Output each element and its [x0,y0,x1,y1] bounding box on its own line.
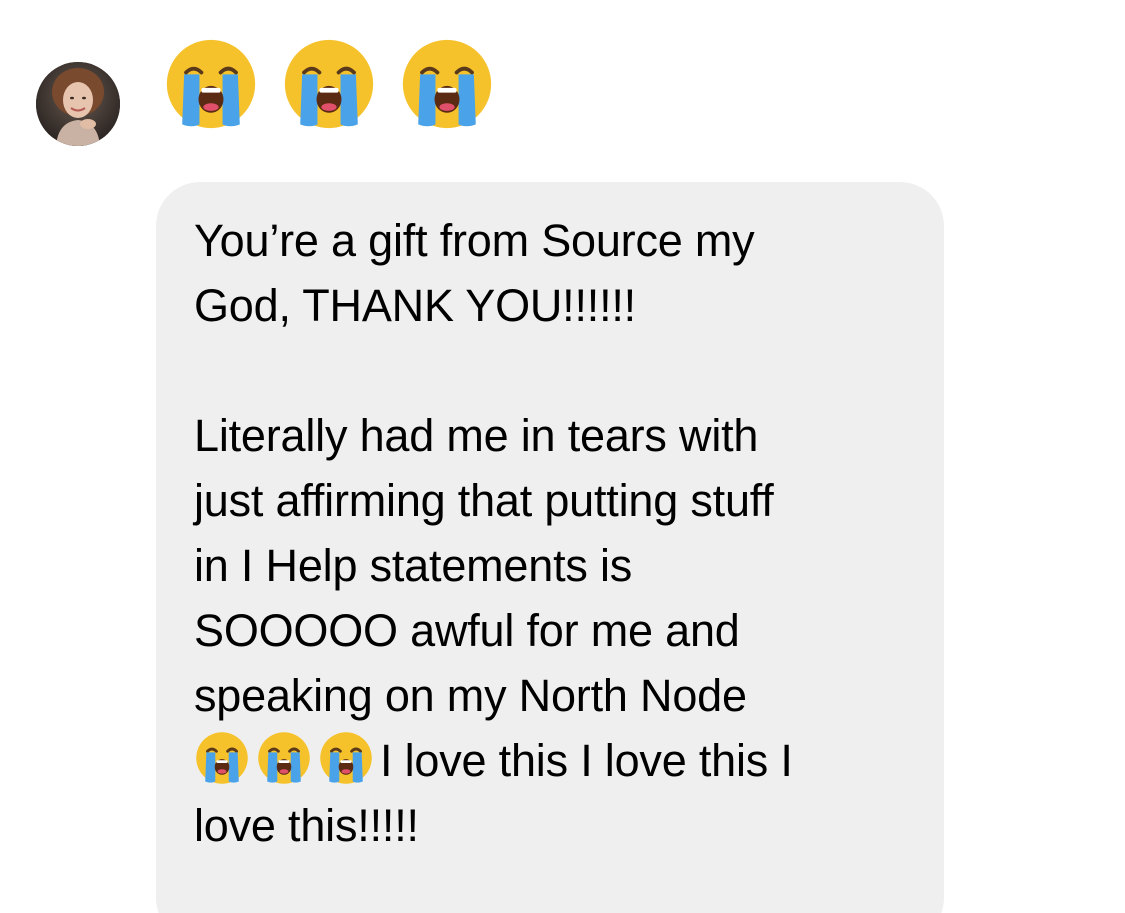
reaction-emoji-row [163,36,495,132]
message-line-with-emoji: I love this I love this I [194,728,914,793]
message-line: SOOOOO awful for me and [194,605,740,656]
message-line: love this!!!!! [194,800,419,851]
message-line: speaking on my North Node [194,670,747,721]
loudly-crying-face-icon [318,730,374,786]
message-line: in I Help statements is [194,540,633,591]
message-line: God, THANK YOU!!!!!! [194,280,636,331]
loudly-crying-face-icon [194,730,250,786]
loudly-crying-face-icon [256,730,312,786]
avatar[interactable] [36,62,120,146]
message-line: Literally had me in tears with [194,410,759,461]
loudly-crying-face-icon [399,36,495,132]
avatar-photo [36,62,120,146]
loudly-crying-face-icon [281,36,377,132]
loudly-crying-face-icon [163,36,259,132]
message-text: I love this I love this I [380,735,793,786]
message-bubble[interactable]: You’re a gift from Source my God, THANK … [156,182,944,913]
message-line: You’re a gift from Source my [194,215,755,266]
message-line: just affirming that putting stuff [194,475,774,526]
chat-screen: You’re a gift from Source my God, THANK … [0,0,1125,913]
